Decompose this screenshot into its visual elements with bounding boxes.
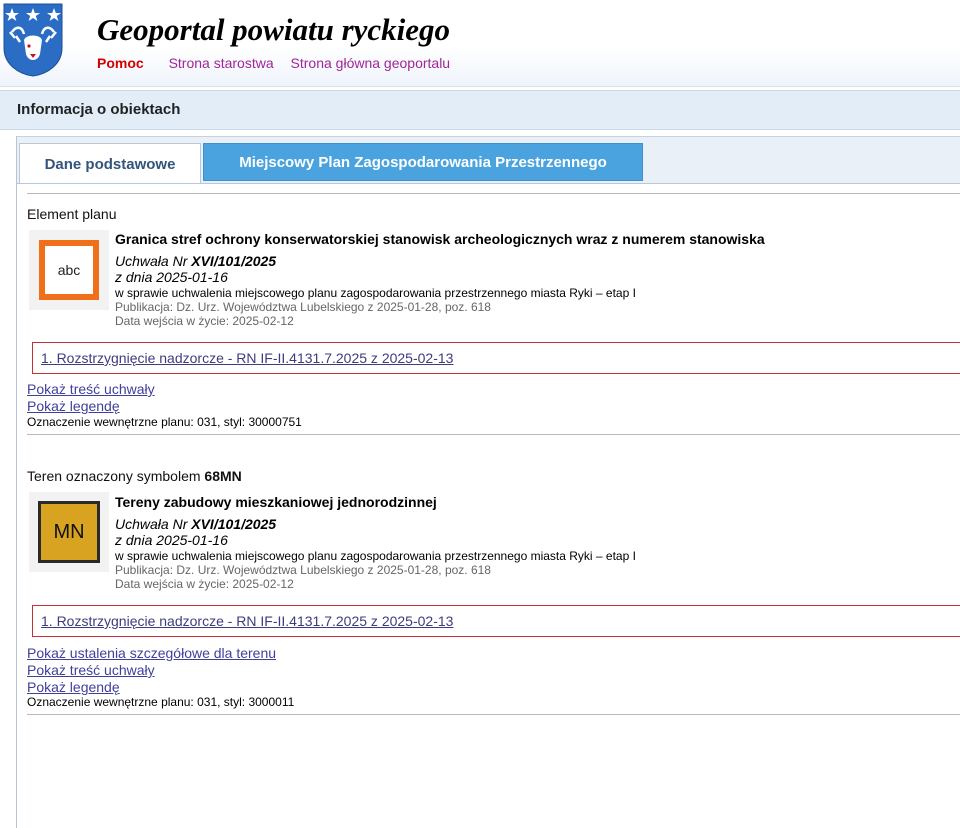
panel-title: Informacja o obiektach — [17, 101, 181, 118]
coat-of-arms-logo — [3, 3, 63, 77]
publication-info: Publikacja: Dz. Urz. Województwa Lubelsk… — [115, 563, 491, 577]
tab-local-plan[interactable]: Miejscowy Plan Zagospodarowania Przestrz… — [203, 143, 643, 181]
element-title: Tereny zabudowy mieszkaniowej jednorodzi… — [115, 494, 437, 510]
internal-designation: Oznaczenie wewnętrzne planu: 031, styl: … — [27, 695, 295, 709]
supervisory-decision-box: 1. Rozstrzygnięcie nadzorcze - RN IF-II.… — [32, 342, 960, 374]
divider — [27, 434, 960, 435]
symbol-thumbnail: MN — [29, 492, 109, 572]
show-resolution-link[interactable]: Pokaż treść uchwały — [27, 381, 155, 397]
resolution-subject: w sprawie uchwalenia miejscowego planu z… — [115, 549, 636, 563]
page-header: Geoportal powiatu ryckiego Pomoc Strona … — [0, 0, 960, 87]
resolution-date: z dnia 2025-01-16 — [115, 532, 228, 548]
panel-title-bar: Informacja o obiektach — [0, 90, 960, 130]
residential-zone-symbol-icon: MN — [38, 501, 100, 563]
resolution-subject: w sprawie uchwalenia miejscowego planu z… — [115, 286, 636, 300]
supervisory-decision-link[interactable]: 1. Rozstrzygnięcie nadzorcze - RN IF-II.… — [41, 350, 453, 366]
publication-info: Publikacja: Dz. Urz. Województwa Lubelsk… — [115, 300, 491, 314]
supervisory-decision-link[interactable]: 1. Rozstrzygnięcie nadzorcze - RN IF-II.… — [41, 613, 453, 629]
show-legend-link[interactable]: Pokaż legendę — [27, 679, 120, 695]
geoportal-home-link[interactable]: Strona główna geoportalu — [291, 55, 451, 71]
site-title: Geoportal powiatu ryckiego — [97, 12, 451, 47]
header-nav: Pomoc Strona starostwa Strona główna geo… — [97, 55, 463, 71]
show-resolution-link[interactable]: Pokaż treść uchwały — [27, 662, 155, 678]
supervisory-decision-box: 1. Rozstrzygnięcie nadzorcze - RN IF-II.… — [32, 605, 960, 637]
internal-designation: Oznaczenie wewnętrzne planu: 031, styl: … — [27, 415, 302, 429]
show-detailed-provisions-link[interactable]: Pokaż ustalenia szczegółowe dla terenu — [27, 645, 276, 661]
tab-divider — [17, 183, 960, 184]
effective-date: Data wejścia w życie: 2025-02-12 — [115, 577, 294, 591]
county-office-link[interactable]: Strona starostwa — [169, 55, 274, 71]
symbol-thumbnail: abc — [29, 230, 109, 310]
section-label: Element planu — [27, 206, 117, 222]
resolution-number: Uchwała Nr XVI/101/2025 — [115, 253, 277, 269]
help-link[interactable]: Pomoc — [97, 55, 144, 71]
show-legend-link[interactable]: Pokaż legendę — [27, 398, 120, 414]
divider — [27, 193, 960, 194]
tab-basic-data[interactable]: Dane podstawowe — [19, 143, 201, 184]
divider — [27, 714, 960, 715]
archaeological-zone-symbol-icon: abc — [39, 240, 99, 300]
section-label: Teren oznaczony symbolem 68MN — [27, 468, 242, 484]
effective-date: Data wejścia w życie: 2025-02-12 — [115, 314, 294, 328]
element-title: Granica stref ochrony konserwatorskiej s… — [115, 231, 765, 247]
resolution-date: z dnia 2025-01-16 — [115, 269, 228, 285]
resolution-number: Uchwała Nr XVI/101/2025 — [115, 516, 277, 532]
